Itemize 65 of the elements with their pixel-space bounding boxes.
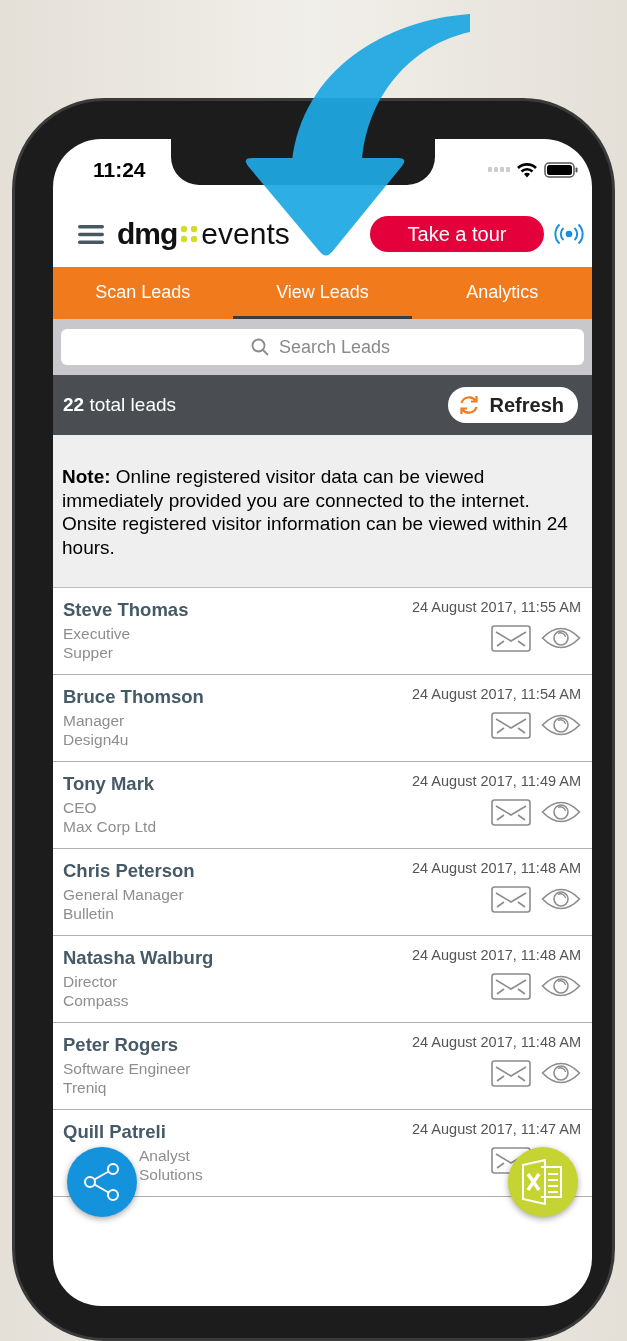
mail-icon[interactable] [491,973,531,1000]
lead-company: Design4u [63,730,130,749]
lead-row[interactable]: Peter Rogers Software Engineer Treniq 24 August 2017, 11:48 AM [53,1023,592,1110]
logo-text: events [201,217,290,251]
lead-name: Natasha Walburg [63,947,214,969]
eye-icon[interactable] [541,886,581,912]
lead-row[interactable]: Steve Thomas Executive Supper 24 August 2017, 11:55 AM [53,588,592,675]
lead-row[interactable]: Chris Peterson General Manager Bulletin 24 August 2017, 11:48 AM [53,849,592,936]
status-time: 11:24 [93,158,146,182]
note-text: Note: Online registered visitor data can be viewed immediately provided you are connected to the internet. Onsite registered visitor information can be viewed within 24 hours. [62,465,569,559]
lead-row[interactable]: Natasha Walburg Director Compass 24 August 2017, 11:48 AM [53,936,592,1023]
mail-icon[interactable] [491,886,531,913]
lead-timestamp: 24 August 2017, 11:48 AM [411,947,581,963]
lead-company: Compass [63,991,130,1010]
search-icon [251,338,269,356]
lead-role: Executive [63,624,132,643]
share-button[interactable] [67,1147,137,1217]
lead-timestamp: 24 August 2017, 11:48 AM [411,860,581,876]
lead-role: CEO [63,798,98,817]
broadcast-icon[interactable] [554,223,584,245]
lead-timestamp: 24 August 2017, 11:54 AM [411,686,581,702]
wifi-icon [517,162,537,178]
lead-name: Steve Thomas [63,599,189,621]
signal-icon [488,167,510,173]
lead-name: Bruce Thomson [63,686,204,708]
lead-name: Tony Mark [63,773,156,795]
search-field[interactable]: Search Leads [61,329,584,365]
battery-icon [544,162,578,178]
lead-company: Bulletin [63,904,115,923]
total-leads-text: 22 total leads [63,394,177,416]
eye-icon[interactable] [541,712,581,738]
mail-icon[interactable] [491,1060,531,1087]
lead-name: Peter Rogers [63,1034,180,1056]
lead-role: Manager [63,711,126,730]
spreadsheet-icon [521,1159,565,1205]
lead-role: Software Engineer [63,1059,191,1078]
lead-company: Supper [63,643,114,662]
lead-name: Quill Patreli [63,1121,167,1143]
refresh-icon [457,394,480,416]
lead-company: Solutions [138,1165,203,1184]
logo-dots-icon [180,225,199,243]
lead-role: General Manager [63,885,185,904]
mail-icon[interactable] [491,799,531,826]
logo-text: dmg [117,217,178,251]
take-tour-button[interactable]: Take a tour [370,216,544,252]
lead-company: Max Corp Ltd [63,817,157,836]
lead-timestamp: 24 August 2017, 11:48 AM [411,1034,581,1050]
eye-icon[interactable] [541,1060,581,1086]
refresh-button[interactable]: Refresh [447,387,578,423]
lead-name: Chris Peterson [63,860,195,882]
eye-icon[interactable] [541,799,581,825]
excel-export-button[interactable] [508,1147,578,1217]
lead-row[interactable]: Tony Mark CEO Max Corp Ltd 24 August 2017, 11:49 AM [53,762,592,849]
eye-icon[interactable] [541,625,581,651]
mail-icon[interactable] [491,625,531,652]
lead-timestamp: 24 August 2017, 11:47 AM [411,1121,581,1137]
lead-company: Treniq [63,1078,108,1097]
lead-timestamp: 24 August 2017, 11:55 AM [411,599,581,615]
lead-role: Director [63,972,119,991]
lead-role: Analyst [138,1146,191,1165]
lead-timestamp: 24 August 2017, 11:49 AM [411,773,581,789]
eye-icon[interactable] [541,973,581,999]
menu-icon[interactable] [78,224,104,244]
mail-icon[interactable] [491,712,531,739]
lead-row[interactable]: Bruce Thomson Manager Design4u 24 August 2017, 11:54 AM [53,675,592,762]
